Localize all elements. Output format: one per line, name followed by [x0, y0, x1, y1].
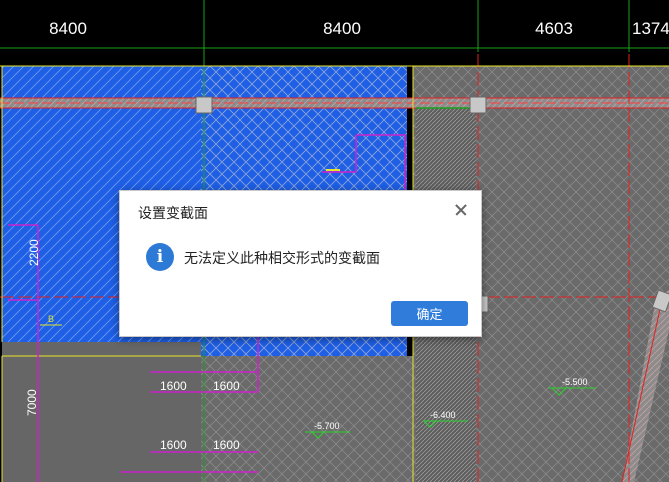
dim-label-7000: 7000 [25, 389, 39, 416]
elevation-label-6400: -6.400 [430, 410, 456, 420]
beam-horizontal [0, 97, 669, 109]
ruler-dim-1: 8400 [49, 19, 87, 38]
slab-mark-label: B [48, 314, 54, 324]
elevation-label-5700: -5.700 [314, 421, 340, 431]
elevation-label-5500: -5.500 [562, 377, 588, 387]
grip-handle-1 [195, 96, 213, 114]
close-icon[interactable] [451, 200, 471, 220]
dim-label-2200: 2200 [27, 239, 41, 266]
dim-label-1600-c: 1600 [160, 438, 187, 452]
dim-label-1600-b: 1600 [213, 379, 240, 393]
grip-handle-2 [469, 96, 487, 114]
dialog-message: 无法定义此种相交形式的变截面 [184, 250, 380, 266]
ruler-dim-3: 4603 [535, 19, 573, 38]
dialog-title: 设置变截面 [138, 205, 208, 221]
dim-label-1600-a: 1600 [160, 379, 187, 393]
dim-label-1600-d: 1600 [213, 438, 240, 452]
info-icon: i [146, 243, 174, 271]
ruler-dim-4: 1374 [632, 19, 669, 38]
ok-button[interactable]: 确定 [391, 301, 468, 326]
ruler-dim-2: 8400 [323, 19, 361, 38]
section-dialog: 设置变截面 i 无法定义此种相交形式的变截面 确定 [119, 190, 482, 337]
